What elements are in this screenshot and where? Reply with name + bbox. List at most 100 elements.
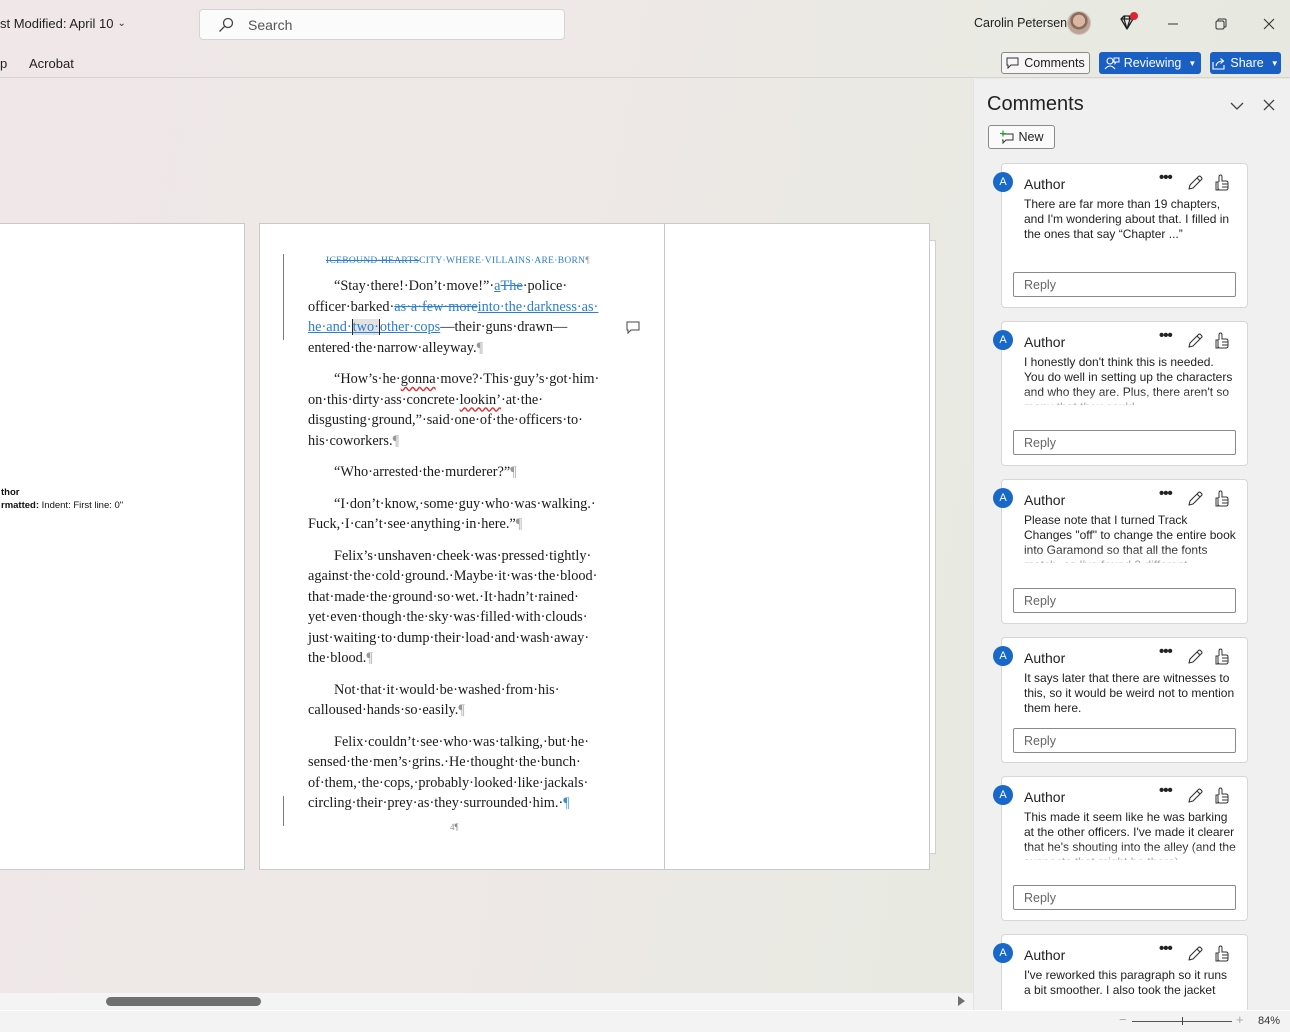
more-options-icon[interactable]: •••: [1159, 783, 1177, 802]
more-options-icon[interactable]: •••: [1159, 941, 1177, 960]
user-avatar[interactable]: [1067, 11, 1091, 35]
zoom-level[interactable]: 84%: [1258, 1015, 1280, 1027]
comment-card[interactable]: A Author ••• This made it seem like he w…: [993, 776, 1248, 921]
new-comment-button[interactable]: New: [988, 125, 1055, 149]
close-pane-icon[interactable]: [1260, 96, 1278, 114]
like-thumbs-up-icon[interactable]: [1214, 945, 1230, 963]
selected-text[interactable]: two·: [351, 319, 380, 335]
scrollbar-thumb[interactable]: [106, 997, 261, 1006]
chevron-down-icon[interactable]: [1227, 96, 1247, 116]
misspelled-word[interactable]: gonna: [401, 371, 436, 387]
comment-text: I've reworked this paragraph so it runs …: [1024, 968, 1228, 997]
paragraph: Felix·couldn’t·see·who·was·talking,·but·…: [308, 732, 608, 814]
search-input[interactable]: [248, 16, 548, 33]
chevron-down-icon: ▼: [1188, 58, 1197, 68]
comment-card[interactable]: A Author ••• Please note that I turned T…: [993, 479, 1248, 624]
more-options-icon[interactable]: •••: [1159, 644, 1177, 663]
author-avatar: A: [993, 785, 1013, 805]
pilcrow: ¶: [585, 256, 590, 266]
markup-author: thor: [1, 487, 20, 498]
premium-button[interactable]: [1116, 12, 1138, 34]
document-title-dropdown[interactable]: st Modified: April 10 ⌄: [0, 16, 126, 31]
like-thumbs-up-icon[interactable]: [1214, 490, 1230, 508]
comment-author: Author: [1024, 650, 1066, 666]
author-avatar: A: [993, 943, 1013, 963]
comment-text: There are far more than 19 chapters, and…: [1024, 197, 1230, 241]
zoom-slider-thumb[interactable]: [1182, 1017, 1183, 1025]
paragraph: “Stay·there!·Don’t·move!”·aThe·police· o…: [308, 276, 608, 358]
like-thumbs-up-icon[interactable]: [1214, 648, 1230, 666]
restore-icon: [1215, 18, 1227, 30]
edit-pencil-icon[interactable]: [1186, 332, 1204, 350]
chapter-heading: ICEBOUND·HEARTSCITY·WHERE·VILLAINS·ARE·B…: [308, 254, 608, 268]
comment-icon: [1006, 57, 1019, 69]
comment-card[interactable]: A Author ••• I honestly don't think this…: [993, 321, 1248, 466]
comment-anchor-icon[interactable]: [626, 321, 640, 334]
ribbon-tabs: p Acrobat: [0, 48, 1290, 78]
pilcrow: ¶: [454, 822, 459, 832]
scroll-right-arrow-icon[interactable]: [958, 996, 965, 1006]
inserted-text: other·cops: [379, 319, 441, 335]
new-comment-icon: [1000, 130, 1014, 144]
reply-input[interactable]: [1013, 885, 1236, 910]
pilcrow: ¶: [510, 464, 517, 480]
more-options-icon[interactable]: •••: [1159, 486, 1177, 505]
edit-pencil-icon[interactable]: [1186, 648, 1204, 666]
zoom-in-button[interactable]: +: [1236, 1012, 1244, 1027]
close-window-button[interactable]: [1255, 10, 1283, 38]
pilcrow: ¶: [458, 702, 465, 718]
reply-input[interactable]: [1013, 588, 1236, 613]
reply-input[interactable]: [1013, 430, 1236, 455]
text-run: “I·don’t·know,·some·guy·who·was·walking.…: [308, 495, 596, 533]
paragraph: Not·that·it·would·be·washed·from·his· ca…: [308, 680, 608, 721]
markup-balloon-formatting[interactable]: thor rmatted: Indent: First line: 0": [1, 486, 123, 512]
user-name[interactable]: Carolin Petersen: [974, 16, 1067, 30]
tab-acrobat[interactable]: Acrobat: [29, 56, 74, 71]
restore-button[interactable]: [1207, 10, 1235, 38]
like-thumbs-up-icon[interactable]: [1214, 174, 1230, 192]
misspelled-word[interactable]: lookin’: [460, 392, 501, 408]
zoom-out-button[interactable]: −: [1119, 1012, 1127, 1027]
author-avatar: A: [993, 488, 1013, 508]
text-run: “Who·arrested·the·murderer?”: [334, 464, 511, 480]
edit-pencil-icon[interactable]: [1186, 174, 1204, 192]
comment-card[interactable]: A Author ••• It says later that there ar…: [993, 637, 1248, 763]
page-body[interactable]: ICEBOUND·HEARTSCITY·WHERE·VILLAINS·ARE·B…: [308, 254, 608, 825]
text-run: Not·that·it·would·be·washed·from·his· ca…: [308, 681, 560, 719]
like-thumbs-up-icon[interactable]: [1214, 332, 1230, 350]
text-run: “Stay·there!·Don’t·move!”·: [334, 278, 495, 294]
inserted-text: CITY·WHERE·VILLAINS·ARE·BORN: [419, 256, 586, 266]
current-page[interactable]: ICEBOUND·HEARTSCITY·WHERE·VILLAINS·ARE·B…: [259, 223, 930, 870]
edit-pencil-icon[interactable]: [1186, 945, 1204, 963]
minimize-button[interactable]: [1159, 10, 1187, 38]
paragraph: “Who·arrested·the·murderer?”¶: [308, 462, 608, 483]
reply-input[interactable]: [1013, 728, 1236, 753]
tab-help[interactable]: p: [0, 56, 7, 71]
author-avatar: A: [993, 646, 1013, 666]
reviewing-mode-button[interactable]: Reviewing ▼: [1099, 52, 1201, 74]
more-options-icon[interactable]: •••: [1159, 170, 1177, 189]
pilcrow: ¶: [366, 650, 373, 666]
change-bar: [283, 796, 284, 826]
edit-pencil-icon[interactable]: [1186, 787, 1204, 805]
comment-card[interactable]: A Author ••• There are far more than 19 …: [993, 163, 1248, 308]
horizontal-scrollbar[interactable]: [0, 993, 973, 1010]
paragraph: Felix’s·unshaven·cheek·was·pressed·tight…: [308, 546, 608, 669]
share-icon: [1212, 57, 1225, 70]
comments-pane: Comments New A Author ••• There are far …: [973, 79, 1290, 1010]
edit-pencil-icon[interactable]: [1186, 490, 1204, 508]
share-button-label: Share: [1230, 56, 1264, 70]
share-button[interactable]: Share ▼: [1210, 52, 1281, 74]
notification-dot: [1130, 12, 1138, 20]
comments-button[interactable]: Comments: [1001, 52, 1090, 74]
more-options-icon[interactable]: •••: [1159, 328, 1177, 347]
reply-input[interactable]: [1013, 272, 1236, 297]
comment-card[interactable]: A Author ••• I've reworked this paragrap…: [993, 934, 1248, 1010]
document-canvas[interactable]: thor rmatted: Indent: First line: 0" ICE…: [0, 79, 973, 993]
like-thumbs-up-icon[interactable]: [1214, 787, 1230, 805]
previous-page[interactable]: thor rmatted: Indent: First line: 0": [0, 223, 245, 870]
page-number: 4¶: [450, 822, 459, 832]
markup-area-divider: [664, 224, 665, 869]
search-box[interactable]: [199, 9, 565, 40]
author-avatar: A: [993, 172, 1013, 192]
